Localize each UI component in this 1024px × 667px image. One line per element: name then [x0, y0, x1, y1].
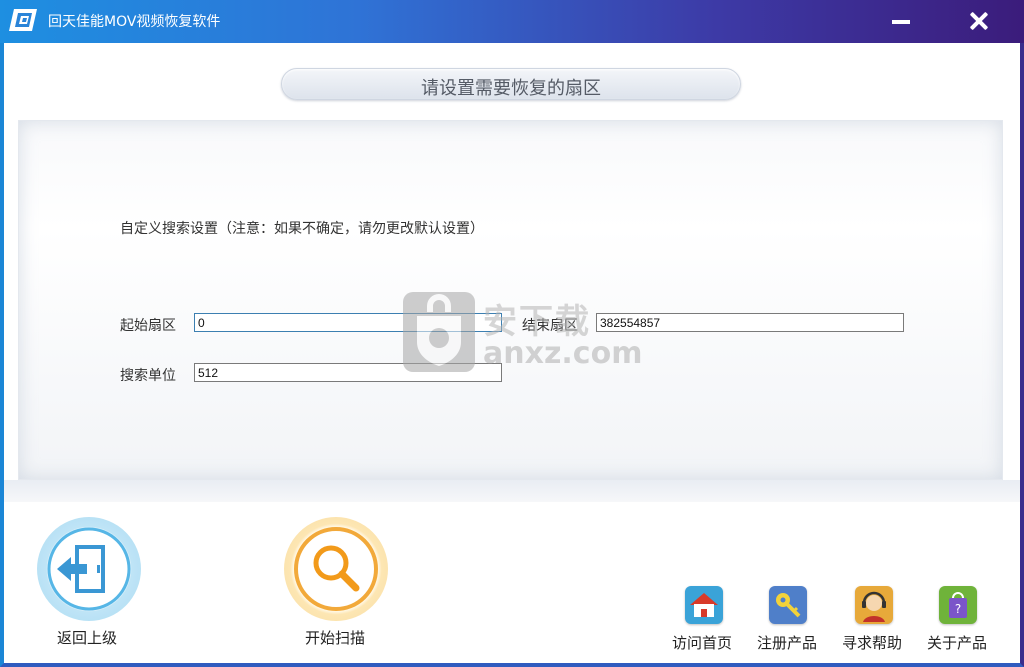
help-link-label[interactable]: 寻求帮助	[842, 632, 902, 653]
title-bar[interactable]: 回天佳能MOV视频恢复软件	[0, 0, 1024, 43]
end-sector-label: 结束扇区	[522, 318, 578, 334]
minimize-icon	[892, 20, 910, 24]
close-button[interactable]	[962, 4, 998, 38]
start-scan-button[interactable]	[284, 517, 388, 621]
help-link-button[interactable]	[855, 586, 893, 624]
back-button[interactable]	[37, 517, 141, 621]
section-heading-text: 请设置需要恢复的扇区	[421, 78, 601, 99]
start-sector-label: 起始扇区	[120, 318, 176, 334]
start-scan-label[interactable]: 开始扫描	[305, 627, 365, 648]
settings-panel	[18, 120, 1003, 480]
panel-divider	[4, 480, 1020, 502]
back-label[interactable]: 返回上级	[57, 627, 117, 648]
minimize-button[interactable]	[884, 6, 920, 36]
home-link-button[interactable]	[685, 586, 723, 624]
search-unit-label: 搜索单位	[120, 368, 176, 384]
section-heading: 请设置需要恢复的扇区	[281, 68, 741, 100]
start-sector-input[interactable]	[194, 313, 502, 332]
key-icon	[776, 593, 801, 618]
support-agent-icon	[862, 591, 886, 622]
about-link-label[interactable]: 关于产品	[927, 632, 987, 653]
end-sector-input[interactable]	[596, 313, 904, 332]
register-link-button[interactable]	[769, 586, 807, 624]
custom-search-note: 自定义搜索设置（注意：如果不确定，请勿更改默认设置）	[120, 221, 484, 237]
magnifier-icon	[294, 527, 378, 611]
window-title: 回天佳能MOV视频恢复软件	[48, 14, 221, 30]
search-unit-input[interactable]	[194, 363, 502, 382]
register-link-label[interactable]: 注册产品	[757, 632, 817, 653]
app-logo-icon	[9, 9, 37, 31]
back-arrow-icon	[47, 527, 131, 611]
home-icon	[690, 593, 718, 617]
about-link-button[interactable]: ?	[939, 586, 977, 624]
svg-text:?: ?	[955, 602, 961, 616]
shopping-bag-icon: ?	[949, 592, 967, 618]
home-link-label[interactable]: 访问首页	[672, 632, 732, 653]
